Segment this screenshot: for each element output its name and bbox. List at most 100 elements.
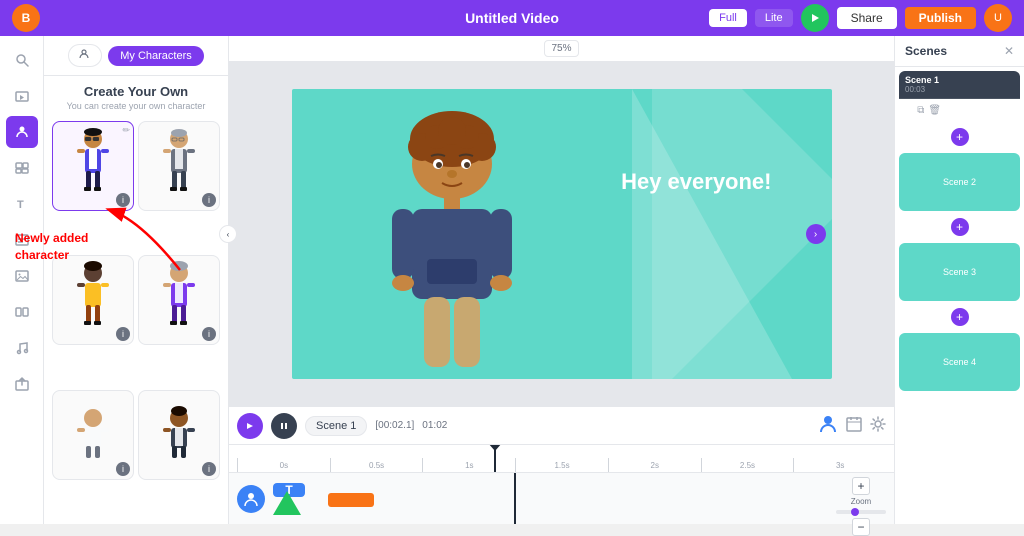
track-content: T — [273, 483, 886, 515]
sidebar-item-search[interactable] — [6, 44, 38, 76]
info-dot-5[interactable]: i — [116, 462, 130, 476]
tick-3s: 3s — [793, 458, 886, 472]
timeline-bar: Scene 1 [00:02.1] 01:02 — [229, 406, 894, 444]
timeline-icon-group — [818, 414, 886, 437]
character-card-2[interactable]: i — [138, 121, 220, 211]
preview-play-button[interactable] — [801, 4, 829, 32]
tick-0s: 0s — [237, 458, 330, 472]
scene-1-time: 00:03 — [905, 85, 1014, 94]
scene-4-label: Scene 4 — [937, 356, 982, 368]
video-title: Untitled Video — [465, 10, 559, 26]
track-triangle-item — [273, 491, 301, 515]
scene-item-1[interactable]: Scene 1 00:03 + ⧉ 🗑 — [899, 71, 1020, 121]
ruler-marks: 0s 0.5s 1s 1.5s 2s 2.5s 3s — [237, 458, 886, 472]
scene-add-button[interactable]: + — [905, 102, 913, 118]
add-between-1-2: + — [899, 127, 1020, 147]
character-card-1[interactable]: ✏ — [52, 121, 134, 211]
char-panel-header: My Characters — [44, 36, 228, 76]
add-scene-between-3-4-button[interactable]: + — [951, 308, 969, 326]
sidebar-item-text[interactable]: T — [6, 188, 38, 220]
sidebar-item-music[interactable] — [6, 332, 38, 364]
add-between-3-4: + — [899, 307, 1020, 327]
sidebar-item-transitions[interactable] — [6, 296, 38, 328]
scenes-header: Scenes ✕ — [895, 36, 1024, 67]
timeline-pause-button[interactable] — [271, 413, 297, 439]
scene-delete-button[interactable]: 🗑 — [928, 105, 941, 116]
left-sidebar: T — [0, 36, 44, 524]
canvas-speech-text: Hey everyone! — [621, 169, 771, 195]
annotation-text: Newly addedcharacter — [15, 230, 88, 264]
scenes-list: Scene 1 00:03 + ⧉ 🗑 + Scene 2 + — [895, 67, 1024, 524]
sidebar-item-media[interactable] — [6, 80, 38, 112]
scene-duplicate-button[interactable]: ⧉ — [917, 105, 924, 116]
sidebar-item-upload[interactable] — [6, 368, 38, 400]
settings-icon[interactable] — [870, 416, 886, 435]
scene-1-controls: + ⧉ 🗑 — [899, 98, 1020, 121]
sidebar-item-images[interactable] — [6, 260, 38, 292]
scene-1-content: Scene 1 00:03 — [899, 71, 1020, 98]
current-scene-label: Scene 1 — [305, 416, 367, 436]
info-dot-4[interactable]: i — [202, 327, 216, 341]
scene-item-4[interactable]: Scene 4 — [899, 333, 1020, 391]
svg-text:T: T — [17, 199, 24, 211]
mode-lite-button[interactable]: Lite — [755, 9, 793, 27]
add-scene-between-1-2-button[interactable]: + — [951, 128, 969, 146]
zoom-out-button[interactable]: − — [852, 518, 870, 536]
canvas-shape — [632, 89, 792, 379]
timeline-play-button[interactable] — [237, 413, 263, 439]
char-tab-inactive[interactable] — [68, 44, 102, 67]
character-timeline-icon[interactable] — [818, 414, 838, 437]
mode-full-button[interactable]: Full — [709, 9, 747, 27]
tick-2s: 2s — [608, 458, 701, 472]
zoom-slider-thumb[interactable] — [851, 508, 859, 516]
scene-1-title: Scene 1 — [905, 75, 1014, 85]
track-avatar-icon — [237, 485, 265, 513]
timeline-needle — [494, 445, 496, 472]
annotation: Newly addedcharacter — [15, 230, 88, 264]
scene-item-3[interactable]: Scene 3 — [899, 243, 1020, 301]
publish-button[interactable]: Publish — [905, 7, 976, 29]
main-layout: T My Characters Create Your Own You can … — [0, 36, 1024, 524]
zoom-controls: + Zoom − — [836, 477, 886, 536]
timeline-ruler: 0s 0.5s 1s 1.5s 2s 2.5s 3s — [229, 444, 894, 472]
time-range: [00:02.1] — [375, 420, 414, 431]
character-figure-5 — [70, 406, 116, 464]
topbar: B Untitled Video Full Lite Share Publish… — [0, 0, 1024, 36]
needle-head — [488, 444, 502, 451]
scene-3-thumb: Scene 3 — [899, 243, 1020, 301]
character-card-6[interactable]: i — [138, 390, 220, 480]
zoom-in-button[interactable]: + — [852, 477, 870, 495]
expand-canvas-button[interactable]: › — [806, 224, 826, 244]
char-tab-my[interactable]: My Characters — [108, 46, 204, 66]
canvas-area: 75% ‹ — [229, 36, 894, 524]
timeline-needle-track — [514, 473, 516, 524]
share-button[interactable]: Share — [837, 7, 897, 29]
tick-25s: 2.5s — [701, 458, 794, 472]
add-scene-between-2-3-button[interactable]: + — [951, 218, 969, 236]
info-dot-3[interactable]: i — [116, 327, 130, 341]
topbar-left: B — [12, 4, 40, 32]
sidebar-item-scenes[interactable] — [6, 152, 38, 184]
zoom-slider-track — [836, 510, 886, 514]
zoom-display[interactable]: 75% — [544, 40, 578, 57]
scene-item-2[interactable]: Scene 2 — [899, 153, 1020, 211]
canvas-wrapper: ‹ — [229, 62, 894, 406]
tick-1s: 1s — [422, 458, 515, 472]
character-figure-6 — [156, 406, 202, 464]
add-between-2-3: + — [899, 217, 1020, 237]
scene-4-thumb: Scene 4 — [899, 333, 1020, 391]
collapse-panel-button[interactable]: ‹ — [219, 225, 237, 243]
info-dot-6[interactable]: i — [202, 462, 216, 476]
topbar-right: Full Lite Share Publish U — [709, 4, 1012, 32]
track-orange-item[interactable] — [328, 493, 374, 507]
character-card-5[interactable]: i — [52, 390, 134, 480]
scene-2-thumb: Scene 2 — [899, 153, 1020, 211]
canvas-toolbar: 75% — [229, 36, 894, 62]
sidebar-item-characters[interactable] — [6, 116, 38, 148]
time-end: 01:02 — [422, 420, 447, 431]
info-dot-2[interactable]: i — [202, 193, 216, 207]
scenes-title: Scenes — [905, 44, 947, 58]
character-figure-1 — [70, 127, 116, 205]
scenes-close-button[interactable]: ✕ — [1004, 44, 1014, 58]
logo-icon: B — [12, 4, 40, 32]
